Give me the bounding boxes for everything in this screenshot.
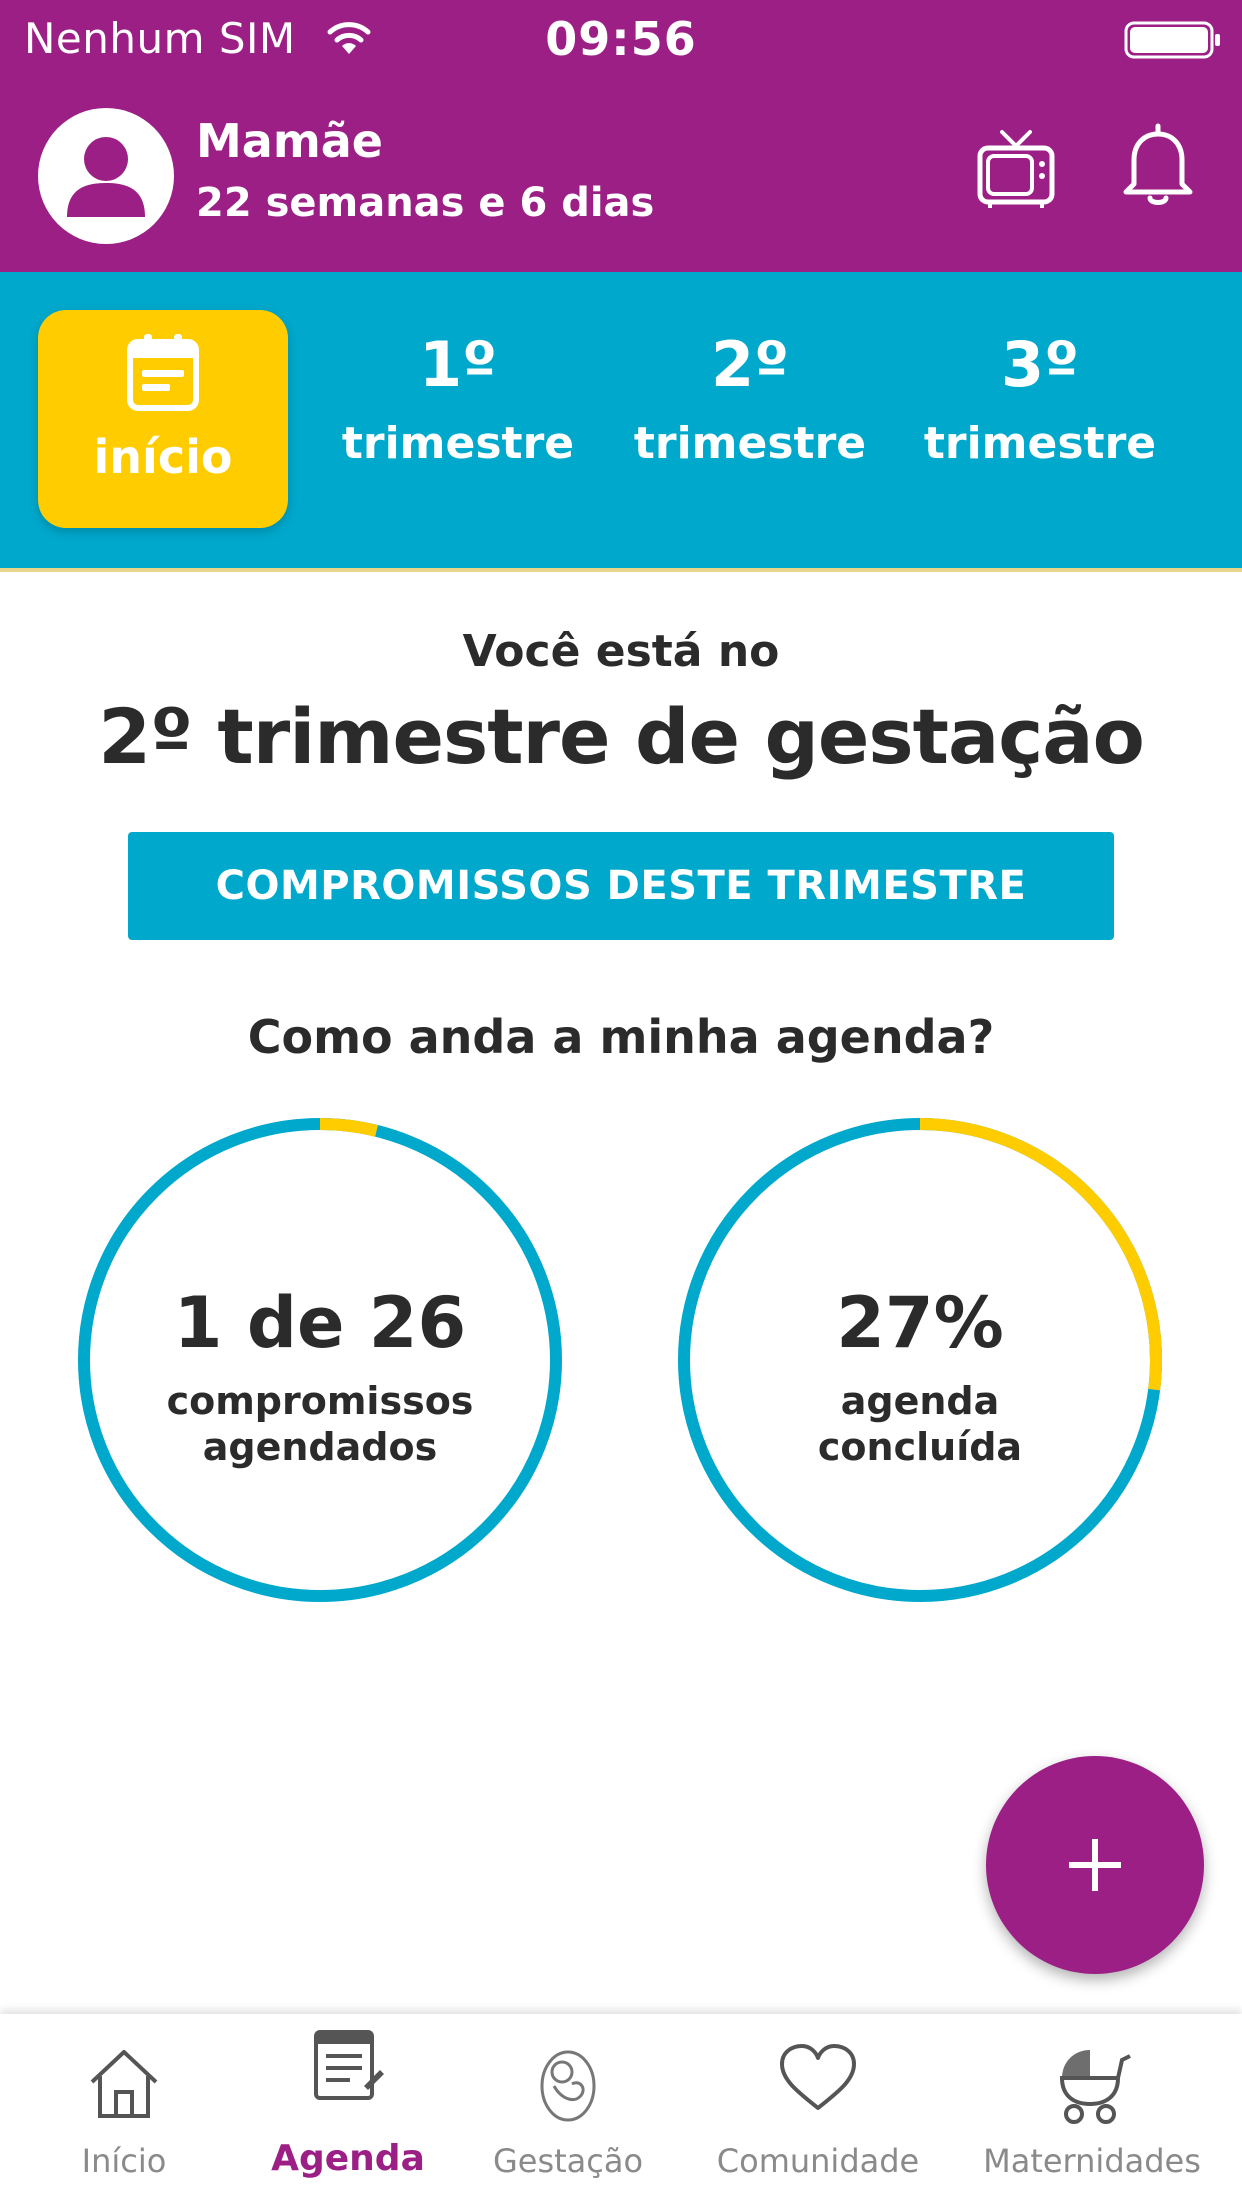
nav-label: Gestação [492, 2142, 644, 2180]
tab-trimester-label: trimestre [341, 418, 575, 469]
stroller-icon [1059, 2050, 1131, 2124]
plus-icon [1069, 1839, 1121, 1891]
heart-icon [780, 2044, 856, 2110]
add-appointment-button[interactable] [986, 1756, 1204, 1974]
appointments-scheduled-ring: 1 de 26 compromissos agendados [70, 1110, 570, 1610]
battery-icon [1124, 21, 1220, 59]
nav-inicio[interactable]: Início [0, 2014, 248, 2208]
tab-inicio-label: início [93, 430, 233, 484]
stat-caption: agenda concluída [760, 1378, 1080, 1470]
nav-gestacao[interactable]: Gestação [468, 2014, 668, 2208]
bell-icon[interactable] [1120, 122, 1196, 208]
stat-caption-line: concluída [817, 1425, 1023, 1469]
stat-value: 1 de 26 [173, 1282, 467, 1364]
nav-label: Agenda [271, 2138, 425, 2179]
trimester-intro: Você está no [462, 626, 780, 677]
trimester-appointments-button[interactable]: COMPROMISSOS DESTE TRIMESTRE [128, 832, 1114, 940]
agenda-completed-ring: 27% agenda concluída [670, 1110, 1170, 1610]
tab-trimester-number: 1º [418, 328, 498, 401]
tab-trimester-2[interactable]: 2º trimestre [630, 328, 870, 470]
stat-caption-line: agenda [840, 1379, 1000, 1423]
profile-bar: Mamãe 22 semanas e 6 dias [0, 100, 1242, 260]
pregnancy-weeks: 22 semanas e 6 dias [196, 180, 655, 226]
bottom-navigation: Início Agenda Gestação Comunidade Matern… [0, 2014, 1242, 2208]
stat-caption: compromissos agendados [160, 1378, 480, 1470]
home-icon [90, 2050, 158, 2118]
nav-maternidades[interactable]: Maternidades [962, 2014, 1222, 2208]
tab-trimester-1[interactable]: 1º trimestre [338, 328, 578, 470]
nav-comunidade[interactable]: Comunidade [708, 2014, 928, 2208]
tv-icon[interactable] [976, 128, 1056, 210]
stat-caption-line: agendados [202, 1425, 438, 1469]
baby-icon [540, 2050, 596, 2122]
nav-label: Início [81, 2142, 167, 2180]
trimester-tabs: início 1º trimestre 2º trimestre 3º trim… [0, 272, 1242, 572]
nav-label: Maternidades [983, 2142, 1201, 2180]
status-time: 09:56 [545, 12, 697, 66]
profile-name: Mamãe [196, 114, 383, 168]
nav-label: Comunidade [716, 2142, 920, 2180]
tab-trimester-number: 2º [710, 328, 790, 401]
tab-trimester-label: trimestre [923, 418, 1157, 469]
avatar[interactable] [38, 108, 174, 244]
tab-trimester-3[interactable]: 3º trimestre [920, 328, 1160, 470]
stat-value: 27% [836, 1282, 1004, 1364]
tab-trimester-number: 3º [1000, 328, 1080, 401]
agenda-question: Como anda a minha agenda? [247, 1010, 995, 1064]
app-header: Nenhum SIM 09:56 Mamãe 22 semanas e 6 di… [0, 0, 1242, 272]
tab-inicio[interactable]: início [38, 310, 288, 528]
tab-trimester-label: trimestre [633, 418, 867, 469]
page-title: 2º trimestre de gestação [98, 692, 1145, 781]
nav-agenda[interactable]: Agenda [248, 2014, 448, 2208]
avatar-icon [67, 137, 145, 217]
calendar-icon [127, 334, 199, 411]
status-bar: Nenhum SIM 09:56 [0, 0, 1242, 80]
agenda-icon [314, 2030, 384, 2100]
stat-caption-line: compromissos [166, 1379, 474, 1423]
